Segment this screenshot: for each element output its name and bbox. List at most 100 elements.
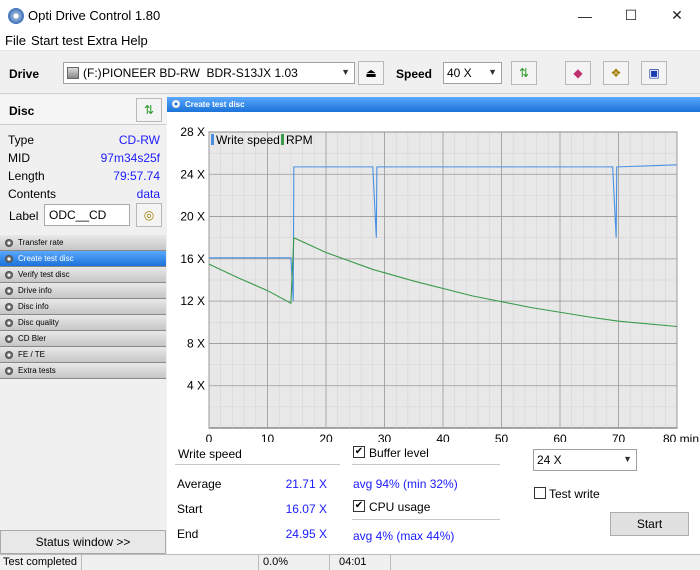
chevron-down-icon: ▼: [488, 67, 497, 77]
status-bar: Test completed 0.0% 04:01: [0, 554, 700, 570]
panel-header: Create test disc: [167, 97, 700, 112]
disc-icon: [5, 287, 13, 295]
disc-icon: [5, 271, 13, 279]
speed-select[interactable]: 40 X ▼: [443, 62, 502, 84]
buffer-level-value: avg 94% (min 32%): [353, 477, 458, 491]
buffer-level-checkbox[interactable]: ✔: [353, 446, 365, 458]
legend-swatch: [281, 134, 284, 145]
progress-bar: [83, 555, 259, 570]
nav-label: Disc quality: [18, 318, 59, 327]
disc-value: CD-RW: [118, 133, 160, 147]
nav-transfer-rate[interactable]: Transfer rate: [0, 235, 166, 251]
disc-header: Disc ⇅: [0, 95, 166, 125]
refresh-speed-button[interactable]: ⇅: [511, 61, 537, 85]
drive-icon: [67, 67, 79, 79]
elapsed-time: 04:01: [331, 555, 391, 570]
nav-label: Drive info: [18, 286, 52, 295]
label-icon: ◎: [143, 208, 155, 222]
nav-cd-bler[interactable]: CD Bler: [0, 331, 166, 347]
x-tick-label: 80 min: [663, 432, 699, 442]
nav-disc-quality[interactable]: Disc quality: [0, 315, 166, 331]
legend-rpm: RPM: [286, 133, 313, 147]
legend-swatch: [211, 134, 214, 145]
cpu-usage-checkbox[interactable]: ✔: [353, 500, 365, 512]
eject-button[interactable]: ⏏: [358, 61, 384, 85]
average-label: Average: [177, 477, 222, 491]
disc-value: 97m34s25f: [100, 151, 160, 165]
left-panel: Disc ⇅ Type CD-RW MID 97m34s25f Length 7…: [0, 95, 166, 555]
disc-value: data: [136, 187, 160, 201]
divider: [175, 464, 340, 465]
speed-label: Speed: [396, 67, 433, 81]
speed-value: 40 X: [447, 66, 472, 80]
menu-start-test[interactable]: Start test: [31, 33, 83, 48]
y-tick-label: 24 X: [180, 167, 205, 181]
chevron-down-icon: ▼: [341, 67, 350, 77]
start-value: 16.07 X: [285, 502, 327, 516]
maximize-button[interactable]: ☐: [608, 0, 654, 31]
menu-help[interactable]: Help: [121, 33, 148, 48]
disc-row-type: Type CD-RW: [8, 133, 160, 151]
menu-bar: File Start test Extra Help: [0, 31, 700, 51]
x-tick-label: 40: [436, 432, 450, 442]
disc-key: MID: [8, 151, 30, 165]
status-text: Test completed: [0, 555, 82, 570]
nav-label: CD Bler: [18, 334, 47, 343]
nav-extra-tests[interactable]: Extra tests: [0, 363, 166, 379]
disc-label-button[interactable]: ◎: [136, 203, 162, 227]
disc-key: Length: [8, 169, 45, 183]
x-tick-label: 50: [495, 432, 509, 442]
close-button[interactable]: ✕: [654, 0, 700, 31]
nav-label: FE / TE: [18, 350, 45, 359]
y-tick-label: 16 X: [180, 252, 205, 266]
average-value: 21.71 X: [285, 477, 327, 491]
x-tick-label: 60: [553, 432, 567, 442]
nav-label: Verify test disc: [18, 270, 70, 279]
buffer-level-label: Buffer level: [369, 446, 429, 460]
nav-drive-info[interactable]: Drive info: [0, 283, 166, 299]
x-tick-label: 70: [612, 432, 626, 442]
disc-icon: [5, 335, 13, 343]
x-tick-label: 10: [261, 432, 275, 442]
start-label: Start: [177, 502, 203, 516]
disc-label-input[interactable]: ODC__CD: [44, 204, 130, 226]
write-speed-select-value: 24 X: [537, 453, 562, 467]
disc-key: Type: [8, 133, 35, 147]
nav-disc-info[interactable]: Disc info: [0, 299, 166, 315]
copy-icon: ❖: [610, 66, 622, 80]
end-label: End: [177, 527, 199, 541]
status-window-button[interactable]: Status window >>: [0, 530, 166, 554]
end-value: 24.95 X: [285, 527, 327, 541]
disc-key: Contents: [8, 187, 57, 201]
erase-button[interactable]: ◆: [565, 61, 591, 85]
y-tick-label: 8 X: [187, 336, 205, 350]
write-speed-select[interactable]: 24 X ▼: [533, 449, 637, 471]
disc-title: Disc: [9, 104, 35, 118]
test-write-label: Test write: [549, 487, 600, 501]
nav-verify-test-disc[interactable]: Verify test disc: [0, 267, 166, 283]
copy-button[interactable]: ❖: [603, 61, 629, 85]
chart-grid: [208, 131, 678, 428]
write-speed-heading: Write speed: [178, 447, 242, 461]
nav-create-test-disc[interactable]: Create test disc: [0, 251, 166, 267]
disc-icon: [5, 319, 13, 327]
minimize-button[interactable]: —: [562, 0, 608, 31]
menu-extra[interactable]: Extra: [87, 33, 117, 48]
drive-select[interactable]: (F:) PIONEER BD-RW BDR-S13JX 1.03 ▼: [63, 62, 355, 84]
test-write-checkbox[interactable]: [534, 487, 546, 499]
disc-refresh-button[interactable]: ⇅: [136, 98, 162, 122]
nav-label: Transfer rate: [18, 238, 64, 247]
drive-toolbar: Drive (F:) PIONEER BD-RW BDR-S13JX 1.03 …: [0, 52, 700, 94]
start-button[interactable]: Start: [610, 512, 689, 536]
title-bar: Opti Drive Control 1.80 — ☐ ✕: [0, 0, 700, 31]
chart-legend: Write speed RPM: [211, 133, 313, 147]
eject-icon: ⏏: [365, 66, 377, 80]
nav-label: Create test disc: [18, 254, 74, 263]
disc-row-length: Length 79:57.74: [8, 169, 160, 187]
menu-file[interactable]: File: [5, 33, 26, 48]
disc-icon: [5, 351, 13, 359]
save-button[interactable]: ▣: [641, 61, 667, 85]
nav-fe-te[interactable]: FE / TE: [0, 347, 166, 363]
window-title: Opti Drive Control 1.80: [28, 8, 161, 23]
nav-label: Disc info: [18, 302, 49, 311]
